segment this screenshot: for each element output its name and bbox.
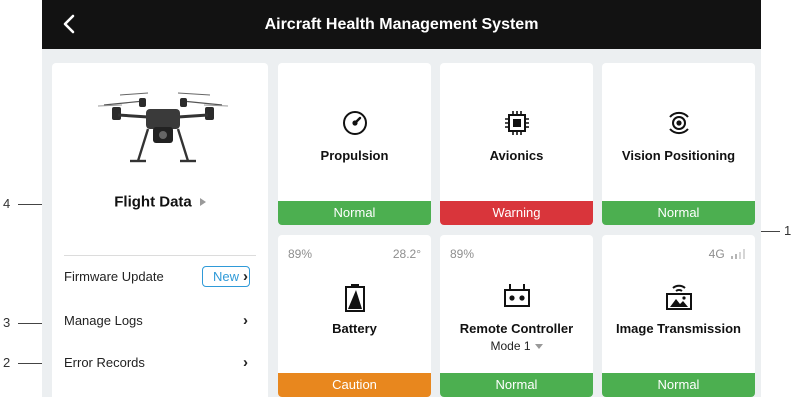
play-triangle-icon (199, 197, 206, 206)
aircraft-panel: Flight Data Firmware Update New › Manage… (52, 63, 268, 397)
flight-data-label: Flight Data (114, 193, 192, 211)
callout-number-2: 2 (3, 355, 11, 370)
drone-image (98, 92, 228, 163)
flight-data-link[interactable]: Flight Data (52, 193, 268, 215)
menu-item-manage-logs[interactable]: Manage Logs › (64, 307, 256, 335)
page-title: Aircraft Health Management System (264, 16, 539, 33)
status-badge: Normal (278, 201, 431, 225)
battery-temperature: 28.2° (392, 247, 421, 261)
signal-bars-icon (731, 249, 745, 259)
firmware-update-label: Firmware Update (64, 269, 164, 284)
status-badge: Normal (602, 201, 755, 225)
callout-number-4: 4 (3, 196, 11, 211)
battery-icon (344, 284, 365, 312)
tile-label: Vision Positioning (621, 148, 736, 163)
network-indicator: 4G (709, 247, 745, 261)
tile-image-transmission[interactable]: 4G Image Transmission Normal (602, 235, 755, 397)
status-badge: Caution (278, 373, 431, 397)
error-records-label: Error Records (64, 355, 145, 370)
chevron-right-icon: › (243, 268, 248, 285)
menu-item-error-records[interactable]: Error Records › (64, 349, 256, 377)
chevron-right-icon: › (243, 354, 248, 371)
tile-battery[interactable]: 89% 28.2° Battery Caution (278, 235, 431, 397)
battery-percentage: 89% (288, 247, 313, 261)
vision-sensor-icon (668, 111, 689, 135)
manage-logs-label: Manage Logs (64, 313, 143, 328)
title-bar: Aircraft Health Management System (42, 0, 761, 49)
dropdown-caret-icon (534, 344, 543, 350)
tile-label: Image Transmission (616, 321, 741, 336)
chip-icon (504, 111, 529, 135)
remote-controller-icon (503, 284, 530, 307)
tile-label: Battery (332, 321, 377, 336)
status-badge: Normal (440, 373, 593, 397)
divider (64, 255, 256, 256)
propeller-gauge-icon (342, 111, 367, 135)
mode-value: Mode 1 (490, 339, 531, 353)
controller-battery-percentage: 89% (450, 247, 475, 261)
callout-number-1: 1 (784, 223, 792, 238)
tile-remote-controller[interactable]: 89% Remote Controller Mode 1 Normal (440, 235, 593, 397)
callout-number-3: 3 (3, 315, 11, 330)
mode-selector[interactable]: Mode 1 (440, 339, 593, 353)
status-badge: Warning (440, 201, 593, 225)
network-type: 4G (708, 247, 725, 261)
chevron-right-icon: › (243, 312, 248, 329)
health-management-app: Aircraft Health Management System Flight… (42, 0, 761, 397)
tile-label: Remote Controller (459, 321, 574, 336)
image-transmission-icon (665, 284, 692, 310)
tile-propulsion[interactable]: Propulsion Normal (278, 63, 431, 225)
tile-label: Avionics (489, 148, 544, 163)
tile-vision-positioning[interactable]: Vision Positioning Normal (602, 63, 755, 225)
menu-item-firmware-update[interactable]: Firmware Update New › (64, 263, 256, 291)
tile-avionics[interactable]: Avionics Warning (440, 63, 593, 225)
status-badge: Normal (602, 373, 755, 397)
tile-label: Propulsion (320, 148, 389, 163)
